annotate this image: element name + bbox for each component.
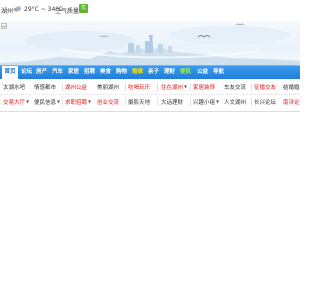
subnav-row: 太湖水吧 情感都市 湖州公益 美丽湖州 吃喝玩乐 住在湖州▼ 家居装饰 车友交流… [0, 80, 300, 95]
subnav-dropdown[interactable]: 兴趣小组▼ [193, 98, 219, 106]
subnav-dropdown-label: 便民信息 [34, 100, 57, 106]
broken-image-icon [1, 23, 7, 29]
nav-item-food[interactable]: 美食 [100, 66, 111, 79]
subnav-dropdown-label: 交易大厅 [3, 100, 26, 106]
subnav-dropdown-label: 兴趣小组 [193, 100, 216, 106]
nav-item-home-decor[interactable]: 家居 [68, 66, 79, 79]
subnav-link[interactable]: 吃喝玩乐 [128, 83, 150, 91]
chevron-down-icon: ▼ [216, 99, 220, 104]
nav-item-finance[interactable]: 理财 [164, 66, 175, 79]
subnav-dropdown[interactable]: 住在湖州▼ [161, 83, 187, 91]
nav-item-wedding[interactable]: 婚嫁 [132, 66, 143, 79]
subnav-dropdown[interactable]: 求职招聘▼ [65, 98, 91, 106]
subnav-dropdown[interactable]: 便民信息▼ [34, 98, 60, 106]
subnav-link[interactable]: 征婚交友 [254, 83, 276, 91]
chevron-down-icon: ▼ [57, 99, 61, 104]
subnav-link[interactable]: 太湖水吧 [3, 83, 25, 91]
subnav-link[interactable]: 创业交流 [97, 98, 119, 106]
page-body [0, 112, 300, 300]
nav-item-jobs[interactable]: 招聘 [84, 66, 95, 79]
air-quality-badge: 优 [79, 4, 88, 13]
subnav-divider [190, 98, 191, 106]
subnav-divider [157, 83, 158, 91]
subnav-link[interactable]: 结婚婚 [283, 83, 300, 91]
subnav-link[interactable]: 南浔论 [283, 98, 300, 106]
subnav-link[interactable]: 车友交流 [224, 83, 246, 91]
subnav-divider [251, 83, 252, 91]
subnav-divider [157, 98, 158, 106]
nav-item-shopping[interactable]: 购物 [116, 66, 127, 79]
header-banner [0, 21, 300, 66]
subnav-link[interactable]: 美丽湖州 [97, 83, 119, 91]
subnav-link[interactable]: 人文湖州 [224, 98, 246, 106]
subnav-divider [251, 98, 252, 106]
subnav-link[interactable]: 摄影天地 [128, 98, 150, 106]
nav-item-services[interactable]: 便民 [180, 66, 191, 79]
subnav-link[interactable]: 长兴论坛 [254, 98, 276, 106]
forum-subnav: 太湖水吧 情感都市 湖州公益 美丽湖州 吃喝玩乐 住在湖州▼ 家居装饰 车友交流… [0, 79, 300, 112]
city-skyline-illustration [0, 23, 300, 66]
subnav-row: 交易大厅▼ 便民信息▼ 求职招聘▼ 创业交流 摄影天地 大话理财 兴趣小组▼ 人… [0, 95, 300, 109]
subnav-divider [62, 83, 63, 91]
nav-item-directory[interactable]: 导航 [213, 66, 224, 79]
subnav-link[interactable]: 大话理财 [161, 98, 183, 106]
air-quality-label: 空气质量: [55, 8, 82, 15]
subnav-link[interactable]: 情感都市 [34, 83, 56, 91]
subnav-link[interactable]: 湖州公益 [65, 83, 87, 91]
subnav-divider [190, 83, 191, 91]
subnav-dropdown-label: 求职招聘 [65, 100, 88, 106]
subnav-divider [125, 83, 126, 91]
chevron-down-icon: ▼ [184, 84, 188, 89]
subnav-divider [62, 98, 63, 106]
subnav-dropdown[interactable]: 交易大厅▼ [3, 98, 29, 106]
nav-item-auto[interactable]: 汽车 [52, 66, 63, 79]
weather-city[interactable]: 湖州 [1, 6, 13, 15]
nav-item-forum[interactable]: 论坛 [21, 66, 32, 79]
nav-item-parenting[interactable]: 亲子 [148, 66, 159, 79]
subnav-dropdown-label: 住在湖州 [161, 85, 184, 91]
nav-item-home[interactable]: 首页 [2, 66, 18, 79]
nav-item-realestate[interactable]: 房产 [36, 66, 47, 79]
subnav-link[interactable]: 家居装饰 [193, 83, 215, 91]
cloud-icon [13, 6, 22, 12]
chevron-down-icon: ▼ [88, 99, 92, 104]
chevron-down-icon: ▼ [26, 99, 30, 104]
subnav-divider [125, 98, 126, 106]
nav-item-charity[interactable]: 公益 [197, 66, 208, 79]
weather-bar: 湖州 29°C ~ 34°C 空气质量: 优 [0, 0, 300, 21]
main-nav: 首页 论坛 房产 汽车 家居 招聘 美食 购物 婚嫁 亲子 理财 便民 公益 导… [0, 65, 300, 79]
